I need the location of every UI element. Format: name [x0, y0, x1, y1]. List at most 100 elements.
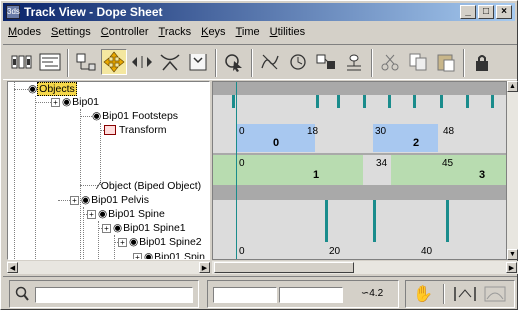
- curve-zoom-icon: ∽: [360, 287, 370, 299]
- move-keys-icon[interactable]: [101, 49, 127, 75]
- key-track-row[interactable]: [213, 95, 506, 109]
- tree-item-spine1[interactable]: + ◉ Bip01 Spine1: [102, 221, 187, 235]
- ruler-label: 40: [421, 246, 433, 257]
- copy-icon[interactable]: [405, 49, 431, 75]
- tree-item-footsteps[interactable]: ◉ Bip01 Footsteps: [92, 109, 179, 123]
- scroll-right-icon[interactable]: ▶: [506, 262, 517, 273]
- zoom-value-control[interactable]: ∽ 4.2: [349, 281, 395, 305]
- key-marker[interactable]: [373, 228, 376, 242]
- key-marker[interactable]: [316, 95, 319, 108]
- close-button[interactable]: ×: [496, 5, 512, 19]
- insert-time-icon[interactable]: [185, 49, 211, 75]
- menu-keys[interactable]: Keys: [196, 26, 230, 38]
- reverse-time-icon[interactable]: [285, 49, 311, 75]
- maximize-button[interactable]: □: [478, 5, 494, 19]
- tree-horizontal-scrollbar[interactable]: ◀ ▶: [7, 261, 210, 274]
- select-keys-icon[interactable]: [221, 49, 247, 75]
- ruler-label: 0: [239, 246, 245, 257]
- filters-icon[interactable]: [73, 49, 99, 75]
- key-track-row[interactable]: [213, 228, 506, 242]
- key-marker[interactable]: [232, 95, 235, 108]
- key-marker[interactable]: [373, 200, 376, 214]
- expand-icon[interactable]: +: [87, 209, 96, 219]
- scroll-down-icon[interactable]: ▼: [507, 249, 518, 260]
- edit-ranges-icon[interactable]: [37, 49, 63, 75]
- value-field[interactable]: [279, 287, 343, 303]
- objects-icon: ◉: [28, 83, 38, 95]
- frame-field[interactable]: [213, 287, 277, 303]
- tree-label: Transform: [119, 124, 167, 136]
- key-marker[interactable]: [388, 95, 391, 108]
- expand-icon[interactable]: +: [118, 237, 127, 247]
- zoom-horizontal-icon[interactable]: [453, 285, 479, 306]
- key-marker[interactable]: [325, 214, 328, 228]
- time-ruler[interactable]: [213, 242, 506, 259]
- key-marker[interactable]: [373, 214, 376, 228]
- scroll-left-icon[interactable]: ◀: [7, 262, 18, 273]
- tree-item-spine-partial[interactable]: + ◉ Bip01 Spin: [133, 250, 206, 260]
- scroll-right-icon[interactable]: ▶: [199, 262, 210, 273]
- object-icon: ◉: [144, 251, 154, 260]
- key-marker[interactable]: [440, 95, 443, 108]
- paste-icon[interactable]: [433, 49, 459, 75]
- cut-icon[interactable]: [377, 49, 403, 75]
- key-marker[interactable]: [491, 95, 494, 108]
- expand-icon[interactable]: +: [70, 195, 79, 205]
- key-marker[interactable]: [363, 95, 366, 108]
- menu-tracks[interactable]: Tracks: [154, 26, 197, 38]
- range-frame-label: 48: [443, 126, 455, 137]
- menu-modes[interactable]: Modes: [3, 26, 46, 38]
- tree-item-spine2[interactable]: + ◉ Bip01 Spine2: [118, 235, 203, 249]
- range-frame-label: 45: [442, 158, 454, 169]
- vertical-scrollbar[interactable]: ▲ ▼: [507, 81, 518, 260]
- tree-item-spine[interactable]: + ◉ Bip01 Spine: [87, 207, 166, 221]
- pan-hand-icon[interactable]: ✋: [413, 284, 433, 304]
- delete-keys-icon[interactable]: [257, 49, 283, 75]
- key-marker[interactable]: [325, 228, 328, 242]
- key-marker[interactable]: [466, 95, 469, 108]
- range-index-label: 0: [273, 137, 280, 149]
- expand-icon[interactable]: +: [51, 97, 60, 107]
- menu-utilities[interactable]: Utilities: [265, 26, 310, 38]
- scroll-up-icon[interactable]: ▲: [507, 81, 518, 92]
- tree-label: Bip01: [72, 96, 100, 108]
- key-marker[interactable]: [446, 228, 449, 242]
- edit-keys-icon[interactable]: [9, 49, 35, 75]
- tree-item-transform[interactable]: Transform: [104, 123, 167, 137]
- menu-settings[interactable]: Settings: [46, 26, 96, 38]
- tree-item-bip01[interactable]: + ◉ Bip01: [51, 95, 100, 109]
- zoom-region-icon[interactable]: [483, 285, 507, 306]
- grid-horizontal-scrollbar[interactable]: ▶: [212, 261, 518, 274]
- slide-keys-icon[interactable]: [129, 49, 155, 75]
- tree-item-objects[interactable]: ◉ Objects: [28, 82, 77, 96]
- key-marker[interactable]: [325, 200, 328, 214]
- zoom-selected-icon[interactable]: [15, 286, 29, 305]
- scale-keys-icon[interactable]: [157, 49, 183, 75]
- key-marker[interactable]: [337, 95, 340, 108]
- controller-tree-pane[interactable]: ◉ Objects + ◉ Bip01 ◉ Bip01 Footsteps Tr…: [7, 81, 210, 260]
- tree-item-object-biped[interactable]: ∕ Object (Biped Object): [98, 179, 202, 193]
- lock-icon[interactable]: [469, 49, 495, 75]
- key-marker[interactable]: [413, 95, 416, 108]
- title-bar[interactable]: 3ds Track View - Dope Sheet _ □ ×: [3, 3, 515, 21]
- key-track-row[interactable]: [213, 214, 506, 228]
- scroll-thumb[interactable]: [214, 262, 354, 273]
- paste-track-icon[interactable]: [341, 49, 367, 75]
- minimize-button[interactable]: _: [460, 5, 476, 19]
- key-track-row[interactable]: [213, 109, 506, 123]
- menu-controller[interactable]: Controller: [96, 26, 154, 38]
- name-field[interactable]: [35, 287, 193, 303]
- tree-item-pelvis[interactable]: + ◉ Bip01 Pelvis: [70, 193, 150, 207]
- copy-track-icon[interactable]: [313, 49, 339, 75]
- dope-sheet-grid[interactable]: 0 18 30 48 0 2 0 34 45 1 3 0 20 40: [212, 81, 507, 260]
- tree-label: Bip01 Spin: [154, 251, 205, 260]
- key-track-row[interactable]: [213, 200, 506, 214]
- tree-label: Object (Biped Object): [100, 180, 202, 192]
- expand-icon[interactable]: +: [102, 223, 111, 233]
- key-marker[interactable]: [446, 214, 449, 228]
- object-icon: ◉: [81, 194, 91, 206]
- range-track-row[interactable]: [213, 155, 506, 185]
- menu-time[interactable]: Time: [231, 26, 265, 38]
- expand-icon[interactable]: +: [133, 252, 142, 259]
- key-marker[interactable]: [446, 200, 449, 214]
